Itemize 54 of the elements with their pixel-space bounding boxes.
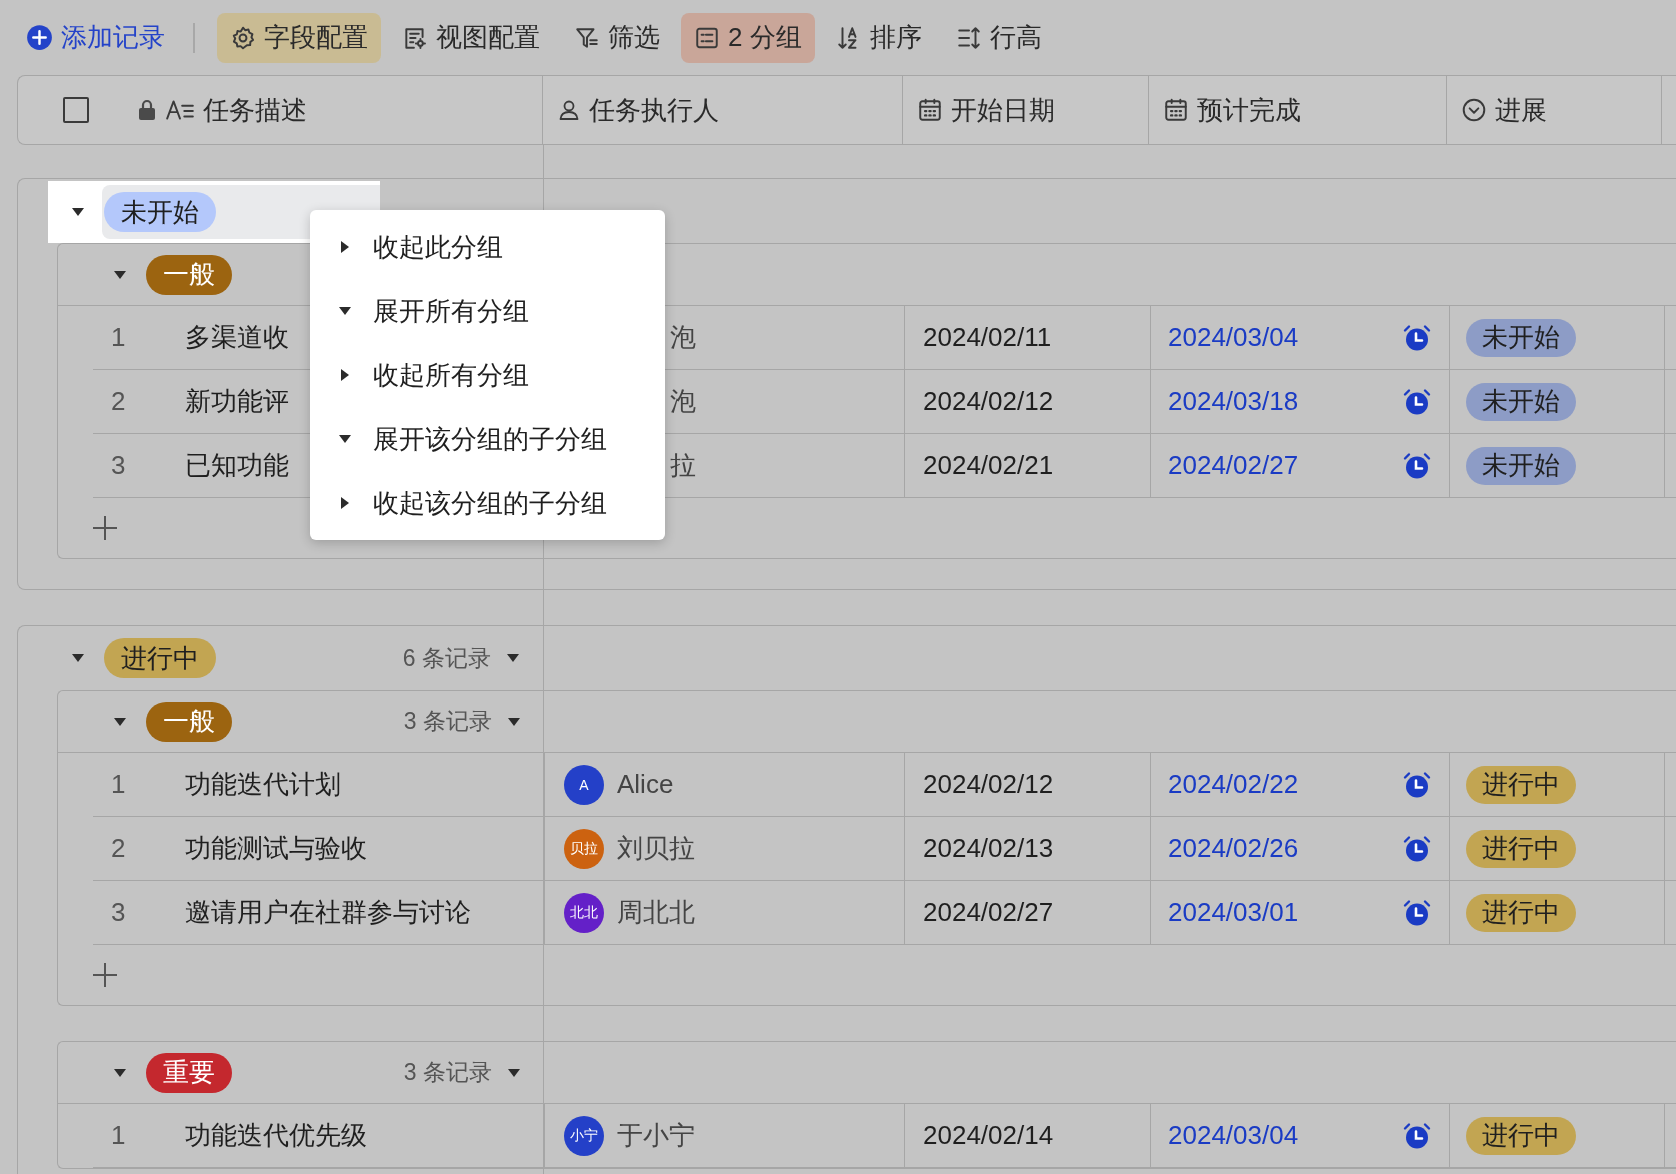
table-cell-text: 泡 xyxy=(670,321,696,354)
row-number: 1 xyxy=(110,1120,127,1151)
table-cell-text: 新功能评 xyxy=(185,385,289,418)
table-cell: 2024/03/01 xyxy=(1168,897,1299,928)
table-cell: 2024/02/27 xyxy=(1168,450,1299,481)
group-tag: 一般 xyxy=(146,701,232,742)
table-cell-text: 功能测试与验收 xyxy=(185,832,367,865)
table-cell-text: 拉 xyxy=(670,449,696,482)
status-tag: 进行中 xyxy=(1466,893,1576,932)
status-tag: 未开始 xyxy=(1466,446,1576,485)
table-cell-text: 功能迭代优先级 xyxy=(185,1119,367,1152)
status-tag: 进行中 xyxy=(1466,765,1576,804)
table-cell-text: 周北北 xyxy=(617,896,695,929)
row-number: 1 xyxy=(110,322,127,353)
table-cell: 2024/02/26 xyxy=(1168,833,1299,864)
avatar: 贝拉 xyxy=(564,828,604,869)
table-cell: 2024/03/04 xyxy=(1168,1120,1299,1151)
table-cell: 2024/02/27 xyxy=(923,897,1054,928)
avatar: 北北 xyxy=(564,892,604,933)
record-count: 6 条记录 xyxy=(402,643,491,673)
table-cell: 2024/02/12 xyxy=(923,386,1054,417)
table-cell: 2024/02/12 xyxy=(923,769,1054,800)
status-tag: 未开始 xyxy=(1466,382,1576,421)
record-count: 3 条记录 xyxy=(403,707,492,736)
group-tag: 重要 xyxy=(146,1052,232,1093)
table-cell: 2024/02/14 xyxy=(923,1120,1054,1151)
avatar: 小宁 xyxy=(564,1115,604,1156)
table-cell: 2024/03/04 xyxy=(1168,322,1299,353)
table-cell: 2024/02/11 xyxy=(923,322,1052,353)
table-cell: 2024/02/21 xyxy=(923,450,1054,481)
avatar: A xyxy=(564,764,604,805)
table-cell: 2024/03/18 xyxy=(1168,386,1299,417)
table-cell-text: 刘贝拉 xyxy=(617,832,695,865)
table-cell-text: 泡 xyxy=(670,385,696,418)
row-number: 3 xyxy=(110,450,127,481)
table-cell: Alice xyxy=(617,769,674,800)
row-number: 2 xyxy=(110,386,127,417)
table-cell: 2024/02/22 xyxy=(1168,769,1299,800)
group-tag: 未开始 xyxy=(104,192,216,232)
row-number: 1 xyxy=(110,769,127,800)
group-tag: 一般 xyxy=(146,254,232,295)
status-tag: 进行中 xyxy=(1466,1116,1576,1155)
table-cell-text: 功能迭代计划 xyxy=(185,768,341,801)
table-cell: 2024/02/13 xyxy=(923,833,1054,864)
table-cell-text: 于小宁 xyxy=(617,1119,695,1152)
table-cell-text: 已知功能 xyxy=(185,449,289,482)
status-tag: 进行中 xyxy=(1466,829,1576,868)
status-tag: 未开始 xyxy=(1466,318,1576,357)
record-count: 3 条记录 xyxy=(403,1058,492,1087)
row-number: 3 xyxy=(110,897,127,928)
table-cell-text: 多渠道收 xyxy=(185,321,289,354)
row-number: 2 xyxy=(110,833,127,864)
table-cell-text: 邀请用户在社群参与讨论 xyxy=(185,896,471,929)
group-tag: 进行中 xyxy=(104,638,216,678)
